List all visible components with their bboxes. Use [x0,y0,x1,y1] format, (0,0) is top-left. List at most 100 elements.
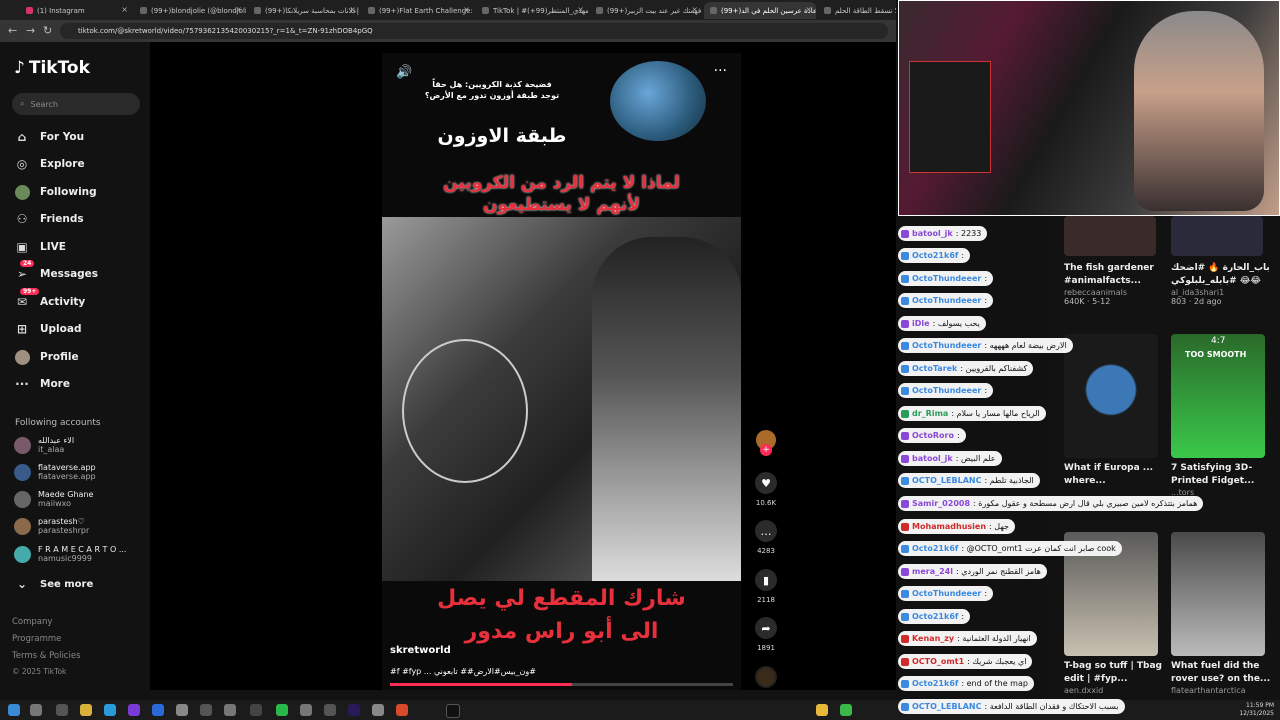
chat-username[interactable]: Mohamadhusien [912,522,986,531]
suggested-video[interactable]: 4:7 TOO SMOOTH 7 Satisfying 3D-Printed F… [1171,334,1271,506]
search-input[interactable]: ⌕ Search [12,93,140,115]
comment-button[interactable]: … 4283 [754,520,778,555]
suggested-video[interactable]: What if Europa ... where... [1064,334,1164,488]
suggested-video[interactable]: T-bag so tuff | Tbag edit | #fyp... aen.… [1064,532,1164,695]
chat-username[interactable]: OctoTarek [912,364,957,373]
chat-username[interactable]: Kenan_zy [912,634,954,643]
tab-6[interactable]: (99+)فهمتك غير عند بيت الزبير × [590,2,702,19]
system-clock[interactable]: 11:59 PM 12/31/2025 [1239,702,1274,718]
taskview-icon[interactable] [56,704,68,716]
chat-username[interactable]: OctoThundeeer [912,274,981,283]
nav-upload[interactable]: ⊞ Upload [14,321,82,337]
share-button[interactable]: ➦ 1891 [754,617,778,652]
tab-instagram[interactable]: (1) Instagram × [20,2,132,19]
app-icon[interactable] [200,704,212,716]
following-account[interactable]: الاء عبدالله it_alaa [14,436,74,454]
tab-2[interactable]: (99+)blondjolie (@blondjolie) × [134,2,246,19]
chat-username[interactable]: OctoThundeeer [912,589,981,598]
app-icon[interactable] [300,704,312,716]
nav-profile[interactable]: Profile [14,349,79,365]
progress-bar[interactable] [390,683,733,686]
nav-friends[interactable]: ⚇ Friends [14,211,84,227]
chat-username[interactable]: Octo21k6f [912,612,958,621]
chat-username[interactable]: Octo21k6f [912,679,958,688]
video-author[interactable]: skretworld [390,645,451,656]
chat-username[interactable]: Octo21k6f [912,251,958,260]
reload-icon[interactable]: ↻ [43,24,52,37]
chat-username[interactable]: OCTO_omt1 [912,657,964,666]
chat-username[interactable]: mera_24l [912,567,953,576]
edge-icon[interactable] [104,704,116,716]
app-icon[interactable] [224,704,236,716]
following-account[interactable]: parastesh♡ parasteshrpr [14,517,89,535]
nav-activity[interactable]: ✉ 99+ Activity [14,288,85,310]
nav-following[interactable]: Following [14,184,97,200]
whatsapp-icon[interactable] [276,704,288,716]
tab-active[interactable]: (99+)عادة عرسين الحلم في الد...× [704,2,816,19]
follow-plus-icon[interactable]: + [760,444,772,456]
close-tab-icon[interactable]: × [121,5,128,14]
chrome-icon[interactable] [840,704,852,716]
app-icon[interactable] [128,704,140,716]
video-player[interactable]: 🔊 ··· فضيحة كذبة الكرويين: هل حقاً توجد … [382,53,741,690]
premiere-icon[interactable] [348,704,360,716]
chat-username[interactable]: iDle [912,319,930,328]
following-account[interactable]: flataverse.app flataverse.app [14,463,96,481]
chat-username[interactable]: OctoThundeeer [912,386,981,395]
footer-programme[interactable]: Programme [12,634,61,644]
like-button[interactable]: ♥ 10.6K [754,472,778,507]
tab-5[interactable]: TikTok | #المهدي_المنتظر(99+)× [476,2,588,19]
nav-for-you[interactable]: ⌂ For You [14,129,84,145]
close-tab-icon[interactable]: × [463,5,470,14]
chat-username[interactable]: batool_jk [912,454,953,463]
tab-8[interactable]: لا تسقط الطاقة الحلم [818,2,896,19]
volume-icon[interactable]: 🔊 [396,65,412,80]
chat-username[interactable]: Octo21k6f [912,544,958,553]
windows-start-icon[interactable] [8,704,20,716]
footer-company[interactable]: Company [12,617,52,627]
close-tab-icon[interactable]: × [235,5,242,14]
save-button[interactable]: ▮ 2118 [754,569,778,604]
chat-username[interactable]: OctoThundeeer [912,296,981,305]
app-icon[interactable] [152,704,164,716]
app-icon[interactable] [324,704,336,716]
app-icon[interactable] [176,704,188,716]
following-account[interactable]: Maede Ghane maiiwxo [14,490,93,508]
close-tab-icon[interactable]: × [805,5,812,14]
close-tab-icon[interactable]: × [349,5,356,14]
close-tab-icon[interactable]: × [577,5,584,14]
chat-username[interactable]: OctoThundeeer [912,341,981,350]
footer-terms[interactable]: Terms & Policies [12,651,81,661]
chat-username[interactable]: batool_jk [912,229,953,238]
app-icon[interactable] [372,704,384,716]
suggested-video[interactable]: The fish gardener #animalfacts... rebecc… [1064,216,1164,306]
nav-live[interactable]: ▣ LIVE [14,239,66,255]
tiktok-logo[interactable]: ♪ TikTok [14,58,90,78]
file-explorer-icon[interactable] [80,704,92,716]
sound-disc[interactable] [754,666,778,688]
chat-username[interactable]: Samir_02008 [912,499,970,508]
see-more-button[interactable]: ⌄ See more [14,576,93,592]
following-account[interactable]: F R A M E C A R T O ... namusic9999 [14,545,126,563]
back-icon[interactable]: ← [8,24,17,37]
tab-4[interactable]: (99+)Flat Earth Challenge: Do× [362,2,474,19]
chat-username[interactable]: OctoRoro [912,431,954,440]
nav-messages[interactable]: ➢ 24 Messages [14,260,98,282]
suggested-video[interactable]: What fuel did the rover use? on the... f… [1171,532,1271,695]
author-avatar[interactable]: + [754,430,778,456]
forward-icon[interactable]: → [26,24,35,37]
app-icon[interactable] [396,704,408,716]
tab-3[interactable]: (99+)إعلانات بمحاسبة سريلانكا × [248,2,360,19]
nav-more[interactable]: ··· More [14,376,70,392]
chrome-icon[interactable] [816,704,828,716]
chat-username[interactable]: OCTO_LEBLANC [912,702,981,711]
more-options-icon[interactable]: ··· [714,63,727,79]
search-icon[interactable] [30,704,42,716]
nav-explore[interactable]: ◎ Explore [14,156,85,172]
suggested-video[interactable]: باب_الحارة 🔥 #اضحك #بابله_بلبلوكي 😂😂 al_… [1171,216,1271,306]
close-tab-icon[interactable]: × [691,5,698,14]
app-icon[interactable] [250,704,262,716]
chat-username[interactable]: OCTO_LEBLANC [912,476,981,485]
chat-username[interactable]: dr_Rima [912,409,948,418]
address-bar[interactable]: tiktok.com/@skretworld/video/75793621354… [60,23,888,39]
